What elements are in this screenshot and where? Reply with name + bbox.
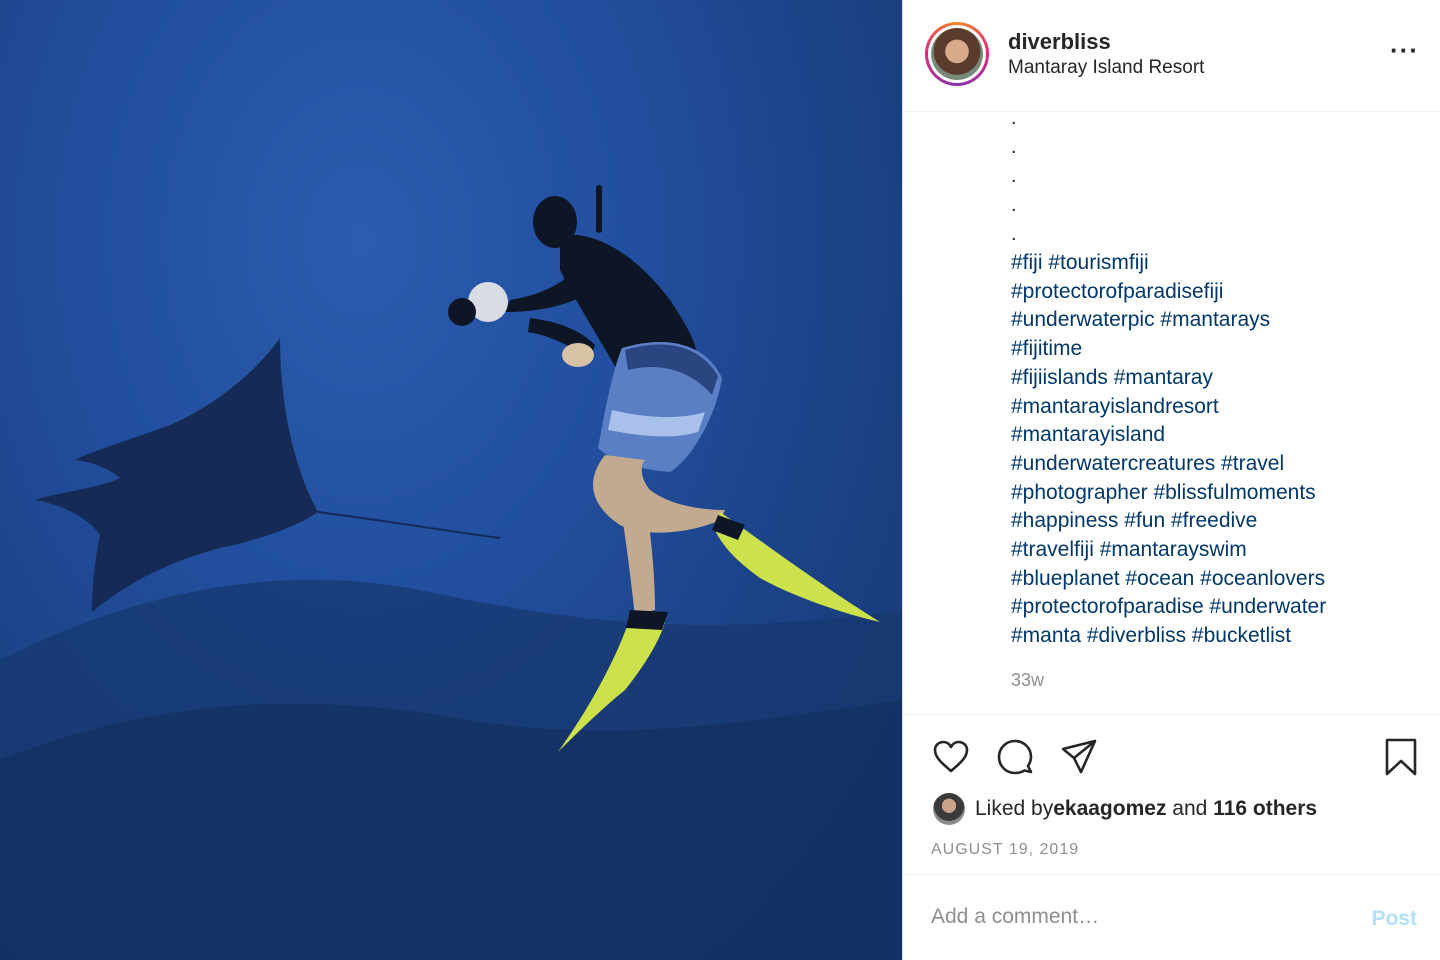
story-ring[interactable] xyxy=(925,22,989,86)
liked-by-prefix: Liked by xyxy=(975,797,1054,820)
hashtag-line[interactable]: #underwaterpic #mantarays xyxy=(1011,306,1431,335)
comment-input[interactable] xyxy=(931,905,1331,929)
hashtag-line[interactable]: #travelfiji #mantarayswim xyxy=(1011,536,1431,565)
post-sidebar: diverbliss Mantaray Island Resort ··· . … xyxy=(902,0,1440,960)
bookmark-icon[interactable] xyxy=(1381,737,1421,777)
hashtag-line[interactable]: #fijitime xyxy=(1011,335,1431,364)
caption: . . . . . #fiji #tourismfiji #protectoro… xyxy=(1011,104,1431,651)
post-date[interactable]: AUGUST 19, 2019 xyxy=(931,841,1079,859)
liked-and-text: and xyxy=(1166,797,1214,820)
hashtag-line[interactable]: #fiji #tourismfiji xyxy=(1011,249,1431,278)
hashtag-line[interactable]: #happiness #fun #freedive xyxy=(1011,507,1431,536)
liker-username-link[interactable]: ekaagomez xyxy=(1053,797,1166,821)
likes-count-link[interactable]: 116 others xyxy=(1213,797,1317,821)
hashtag-line[interactable]: #manta #diverbliss #bucketlist xyxy=(1011,622,1431,651)
underwater-scene-image xyxy=(0,185,902,960)
heart-icon[interactable] xyxy=(931,737,971,777)
share-icon[interactable] xyxy=(1059,737,1099,777)
hashtag-line[interactable]: #mantarayislandresort xyxy=(1011,393,1431,422)
comment-icon[interactable] xyxy=(995,737,1035,777)
location-link[interactable]: Mantaray Island Resort xyxy=(1008,57,1204,79)
post-age[interactable]: 33w xyxy=(1011,670,1044,691)
more-horizontal-icon[interactable]: ··· xyxy=(1390,37,1419,63)
caption-dot: . xyxy=(1011,136,1017,158)
hashtag-line[interactable]: #photographer #blissfulmoments xyxy=(1011,479,1431,508)
hashtag-line[interactable]: #blueplanet #ocean #oceanlovers xyxy=(1011,565,1431,594)
post-comment-button[interactable]: Post xyxy=(1371,907,1417,931)
post-header: diverbliss Mantaray Island Resort ··· xyxy=(903,0,1440,112)
hashtag-line[interactable]: #protectorofparadise #underwater xyxy=(1011,593,1431,622)
post-photo[interactable] xyxy=(0,0,902,960)
liker-avatar[interactable] xyxy=(933,793,965,825)
manta-ray-silhouette xyxy=(35,338,501,612)
username-link[interactable]: diverbliss xyxy=(1008,29,1111,55)
comment-bar: Post xyxy=(903,874,1440,960)
caption-dot: . xyxy=(1011,194,1017,216)
likes-summary: Liked by ekaagomez and 116 others xyxy=(933,793,1317,825)
caption-dot: . xyxy=(1011,223,1017,245)
hashtag-line[interactable]: #mantarayisland xyxy=(1011,421,1431,450)
avatar[interactable] xyxy=(931,28,983,80)
caption-dot: . xyxy=(1011,165,1017,187)
caption-dot: . xyxy=(1011,107,1017,129)
action-bar: Liked by ekaagomez and 116 others AUGUST… xyxy=(903,714,1440,874)
hashtag-line[interactable]: #underwatercreatures #travel xyxy=(1011,450,1431,479)
hashtag-line[interactable]: #fijiislands #mantaray xyxy=(1011,364,1431,393)
hashtag-line[interactable]: #protectorofparadisefiji xyxy=(1011,278,1431,307)
